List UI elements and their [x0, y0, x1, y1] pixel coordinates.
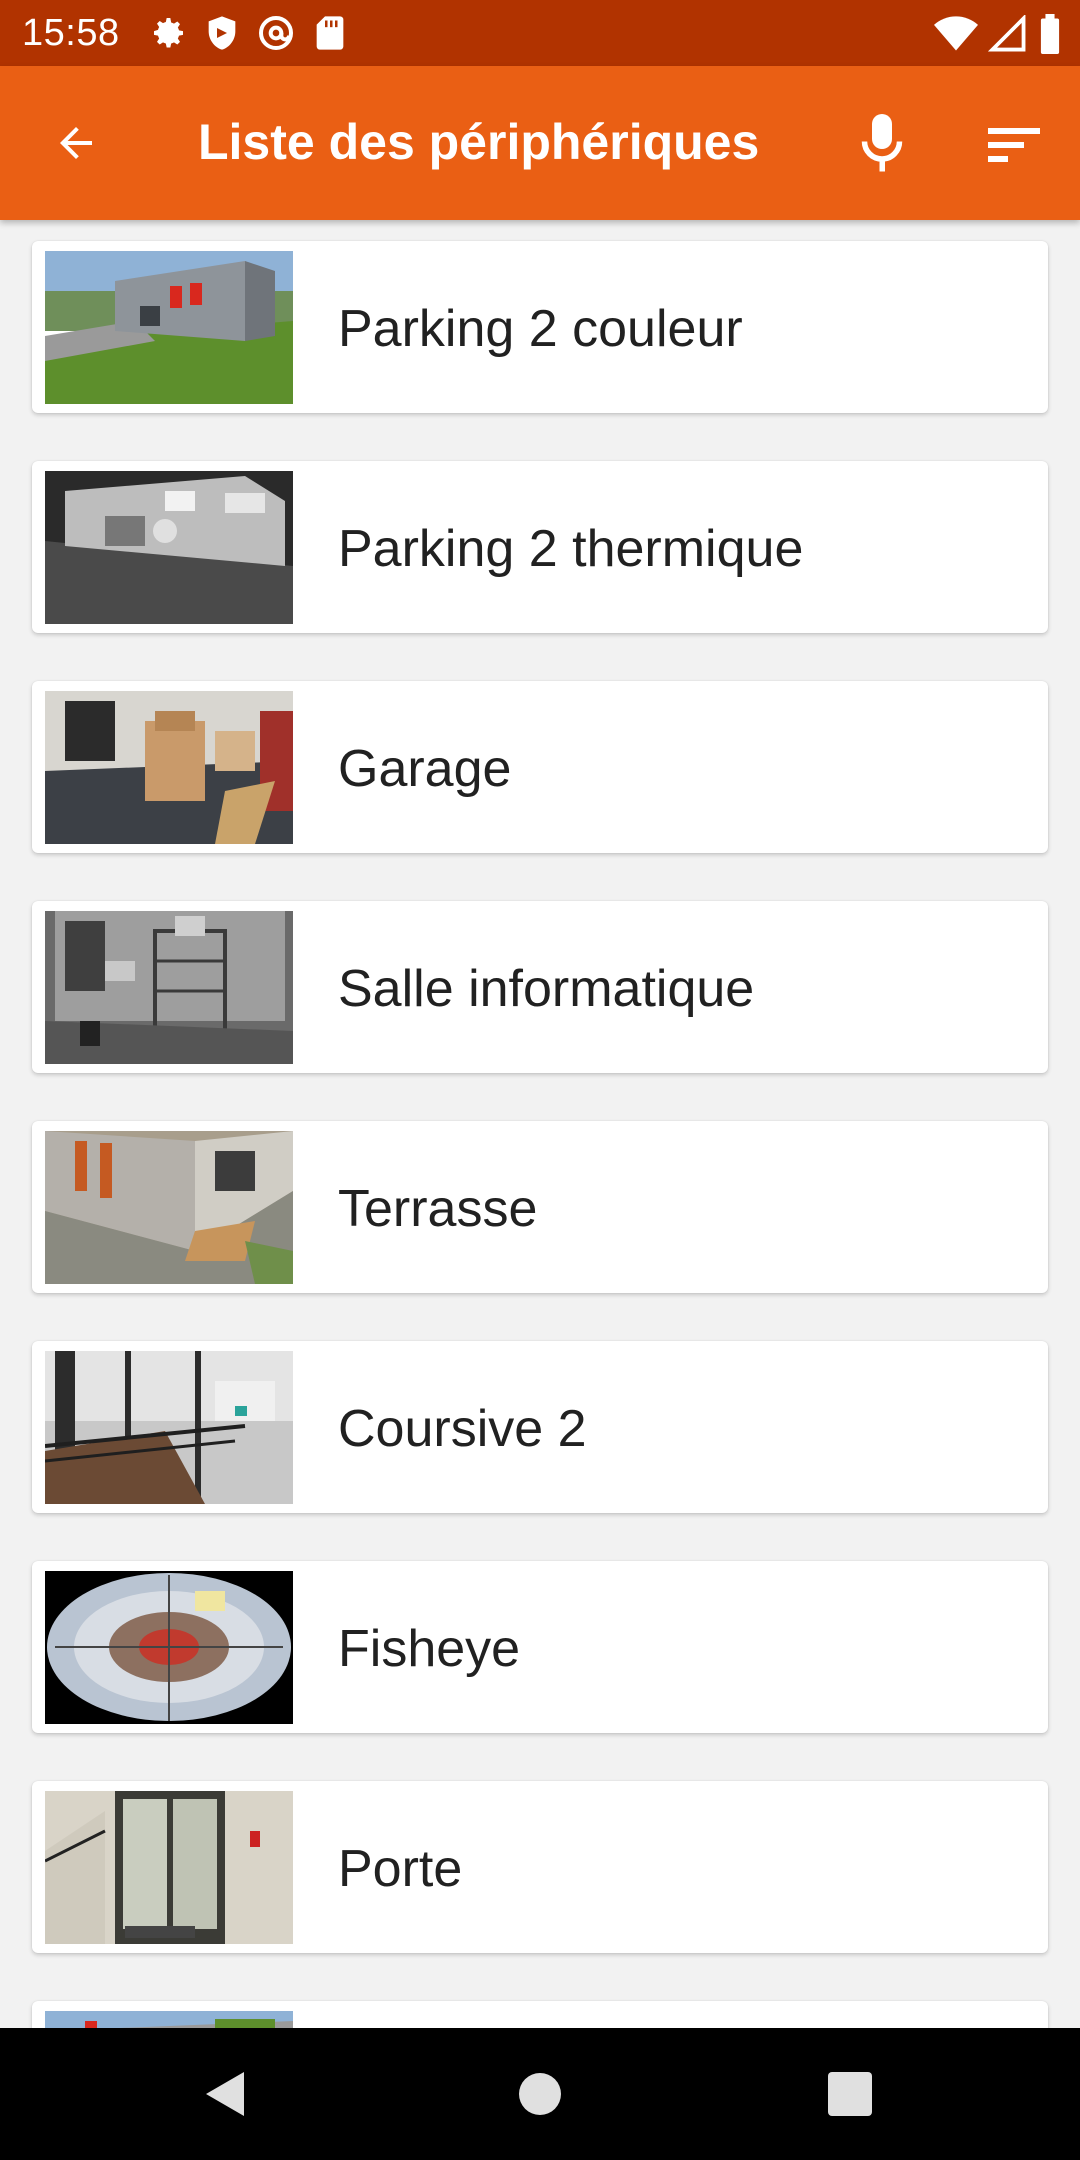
list-item[interactable]: Terrasse — [32, 1121, 1048, 1293]
back-triangle-icon — [206, 2072, 244, 2116]
device-name: Porte — [338, 1840, 463, 1898]
page-title: Liste des périphériques — [198, 114, 760, 170]
device-name: Parking 2 couleur — [338, 300, 743, 358]
device-thumbnail — [45, 911, 293, 1064]
list-item[interactable]: Coursive 2 — [32, 1341, 1048, 1513]
app-bar: Liste des périphériques — [0, 66, 1080, 220]
nav-recents-button[interactable] — [810, 2058, 890, 2130]
sd-card-icon — [310, 13, 350, 53]
device-thumbnail — [45, 251, 293, 404]
list-item[interactable]: Parking 2 couleur — [32, 241, 1048, 413]
device-thumbnail — [45, 1351, 293, 1504]
wifi-icon — [934, 15, 978, 53]
battery-icon — [1038, 14, 1062, 54]
list-item[interactable]: Salle informatique — [32, 901, 1048, 1073]
home-circle-icon — [519, 2073, 561, 2115]
device-thumbnail — [45, 1571, 293, 1724]
back-button[interactable] — [36, 109, 116, 177]
device-name: Salle informatique — [338, 960, 755, 1018]
status-left-icons — [148, 13, 350, 53]
device-thumbnail — [45, 471, 293, 624]
sort-icon — [988, 128, 1040, 162]
microphone-icon — [861, 114, 903, 172]
gear-icon — [148, 13, 188, 53]
at-sign-icon — [256, 13, 296, 53]
list-item[interactable] — [32, 2001, 1048, 2028]
device-thumbnail — [45, 1131, 293, 1284]
status-time: 15:58 — [22, 12, 120, 54]
status-right-icons — [934, 14, 1062, 54]
device-thumbnail — [45, 1791, 293, 1944]
device-name: Coursive 2 — [338, 1400, 587, 1458]
signal-icon — [988, 15, 1028, 53]
device-name: Fisheye — [338, 1620, 521, 1678]
list-item[interactable]: Garage — [32, 681, 1048, 853]
sort-button[interactable] — [972, 106, 1056, 182]
arrow-back-icon — [60, 127, 92, 159]
nav-back-button[interactable] — [186, 2058, 266, 2130]
list-item[interactable]: Fisheye — [32, 1561, 1048, 1733]
list-item[interactable]: Porte — [32, 1781, 1048, 1953]
device-thumbnail — [45, 691, 293, 844]
device-name: Parking 2 thermique — [338, 520, 804, 578]
device-name: Terrasse — [338, 1180, 538, 1238]
status-bar: 15:58 — [0, 0, 1080, 66]
list-item[interactable]: Parking 2 thermique — [32, 461, 1048, 633]
shield-icon — [202, 13, 242, 53]
recents-square-icon — [828, 2072, 872, 2116]
device-list: Parking 2 couleur Parking 2 thermique Ga… — [0, 220, 1080, 2028]
device-thumbnail — [45, 2011, 293, 2028]
system-nav-bar — [0, 2028, 1080, 2160]
voice-search-button[interactable] — [840, 106, 924, 182]
device-name: Garage — [338, 740, 512, 798]
nav-home-button[interactable] — [500, 2058, 580, 2130]
